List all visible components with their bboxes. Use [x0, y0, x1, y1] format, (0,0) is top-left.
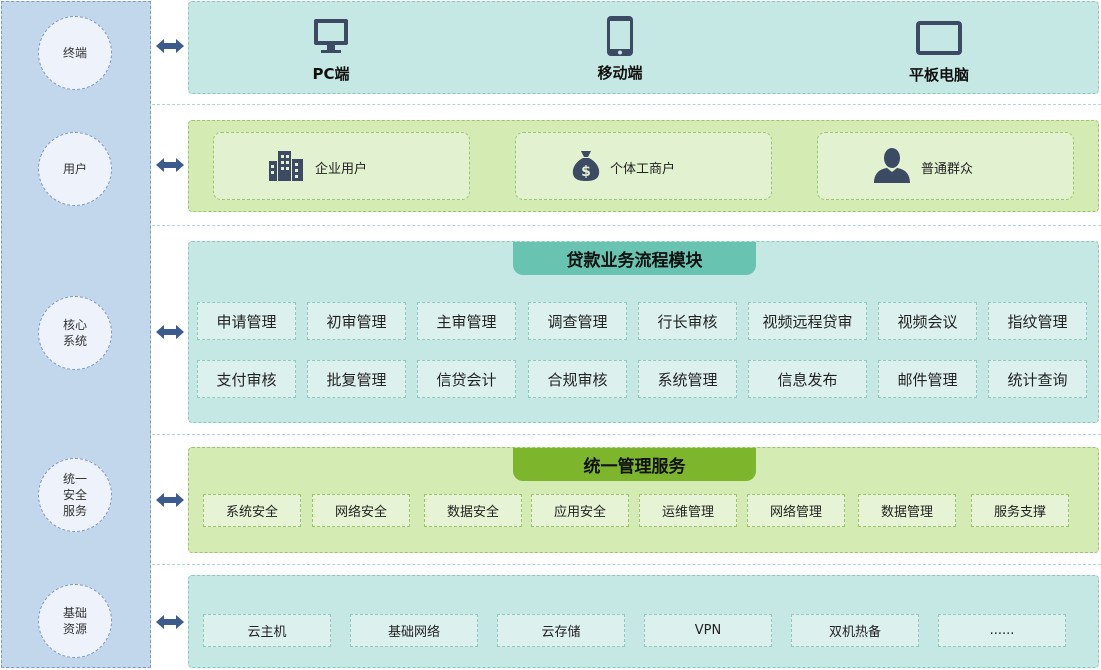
core-module-box: 信贷会计 [417, 360, 516, 398]
core-module-box: 支付审核 [197, 360, 296, 398]
infra-resource-box: 云主机 [203, 614, 331, 647]
core-panel: 贷款业务流程模块 申请管理 初审管理 主审管理 调查管理 行长审核 视频远程贷审 视频会议指… [188, 241, 1099, 423]
core-module-box: 合规审核 [528, 360, 627, 398]
buildings-icon [269, 151, 303, 181]
security-service-box: 系统安全 [203, 494, 301, 527]
core-module-box: 调查管理 [528, 302, 627, 340]
security-service-box: 服务支撑 [971, 494, 1069, 527]
person-icon [874, 148, 910, 183]
infra-resource-box: ...... [938, 614, 1066, 647]
user-panel: 企业用户 $ 个体工商户 普通群众 [188, 120, 1099, 212]
device-tablet: 平板电脑 [879, 20, 999, 85]
core-module-box: 视频远程贷审 [748, 302, 867, 340]
core-module-box: 指纹管理 [988, 302, 1087, 340]
tablet-icon [916, 21, 962, 55]
security-service-box: 运维管理 [639, 494, 737, 527]
layer-terminal: 终端 [38, 16, 112, 90]
infra-resource-box: 双机热备 [791, 614, 919, 647]
device-label: 平板电脑 [908, 66, 969, 84]
double-arrow-icon [156, 615, 184, 629]
layer-infra: 基础 资源 [38, 584, 112, 658]
user-label: 个体工商户 [610, 162, 676, 177]
infra-resource-box: 云存储 [497, 614, 625, 647]
security-service-box: 网络管理 [747, 494, 845, 527]
core-module-box: 信息发布 [748, 360, 867, 398]
divider [152, 434, 1101, 435]
layer-user: 用户 [38, 132, 112, 206]
device-mobile: 移动端 [560, 15, 680, 83]
infra-resource-box: VPN [644, 614, 772, 647]
double-arrow-icon [156, 493, 184, 507]
core-module-box: 行长审核 [638, 302, 737, 340]
user-card-enterprise: 企业用户 [213, 132, 470, 200]
core-module-box: 统计查询 [988, 360, 1087, 398]
double-arrow-icon [156, 325, 184, 339]
core-title: 贷款业务流程模块 [513, 242, 756, 275]
device-label: 移动端 [597, 64, 643, 82]
double-arrow-icon [156, 39, 184, 53]
monitor-icon [314, 19, 348, 53]
divider [152, 104, 1101, 105]
security-panel: 统一管理服务 系统安全 网络安全 数据安全 应用安全 运维管理 网络管理 数据管理 服务支撑 [188, 447, 1099, 553]
core-module-box: 邮件管理 [878, 360, 977, 398]
core-module-box: 主审管理 [417, 302, 516, 340]
infra-resource-box: 基础网络 [350, 614, 478, 647]
divider [152, 225, 1101, 226]
device-label: PC端 [312, 65, 350, 83]
core-module-box: 初审管理 [307, 302, 406, 340]
user-label: 企业用户 [315, 162, 368, 177]
user-card-individual-business: $ 个体工商户 [515, 132, 772, 200]
security-service-box: 应用安全 [531, 494, 629, 527]
money-bag-icon: $ [572, 151, 600, 181]
core-module-box: 批复管理 [307, 360, 406, 398]
device-pc: PC端 [271, 17, 391, 84]
layer-core: 核心 系统 [38, 296, 112, 370]
security-title: 统一管理服务 [513, 448, 756, 481]
terminal-panel: PC端 移动端 平板电脑 [188, 1, 1099, 94]
user-label: 普通群众 [921, 162, 974, 177]
security-service-box: 网络安全 [312, 494, 410, 527]
layer-security: 统一 安全 服务 [38, 458, 112, 532]
user-card-public: 普通群众 [817, 132, 1074, 200]
core-module-box: 申请管理 [197, 302, 296, 340]
divider [152, 564, 1101, 565]
svg-text:$: $ [581, 164, 591, 180]
security-service-box: 数据安全 [424, 494, 522, 527]
core-module-box: 系统管理 [638, 360, 737, 398]
core-module-box: 视频会议 [878, 302, 977, 340]
double-arrow-icon [156, 158, 184, 172]
smartphone-icon [607, 16, 633, 56]
infra-panel: 云主机 基础网络 云存储 VPN 双机热备...... [188, 575, 1099, 668]
security-service-box: 数据管理 [858, 494, 956, 527]
